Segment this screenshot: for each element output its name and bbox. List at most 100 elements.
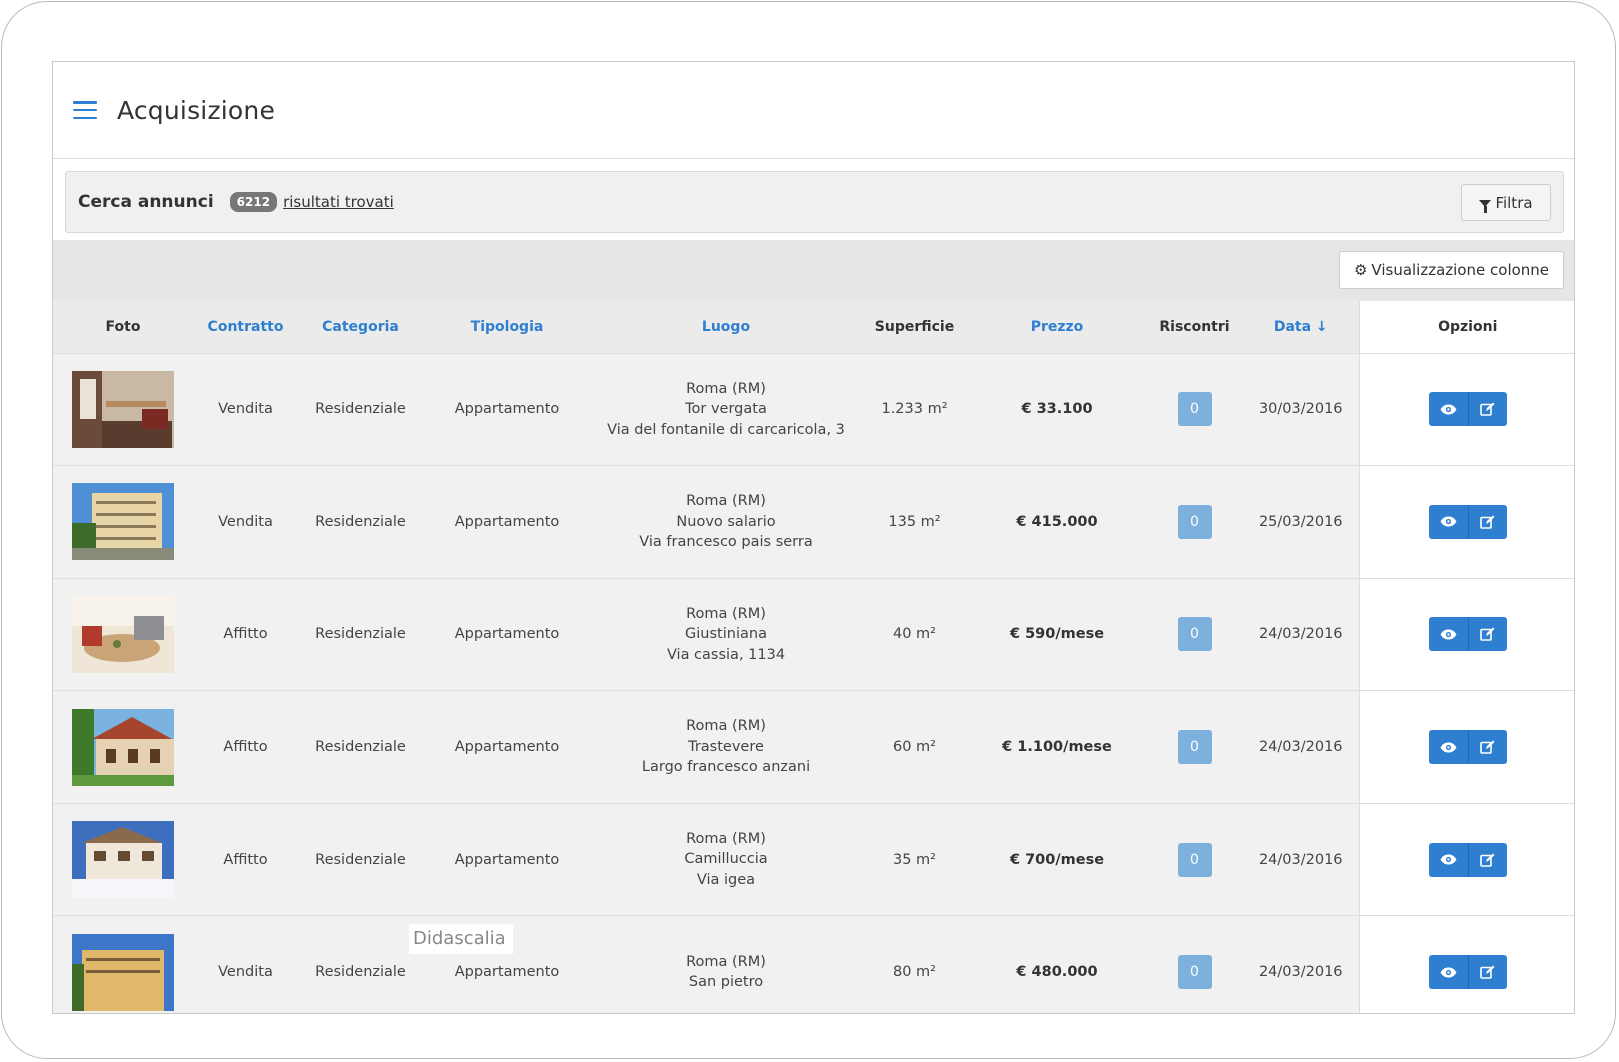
cell-superficie: 135 m² xyxy=(861,465,968,579)
edit-button[interactable] xyxy=(1467,730,1507,765)
cell-contratto: Vendita xyxy=(193,465,298,579)
matches-count-badge[interactable]: 0 xyxy=(1177,842,1212,877)
cell-foto xyxy=(53,465,193,579)
luogo-address: Largo francesco anzani xyxy=(641,759,811,776)
cell-prezzo: € 590/mese xyxy=(968,578,1146,692)
table-row[interactable]: Vendita Residenziale Appartamento Roma (RM)… xyxy=(53,353,1574,467)
property-photo[interactable] xyxy=(72,483,174,561)
property-photo[interactable] xyxy=(72,708,174,786)
property-photo[interactable] xyxy=(72,370,174,448)
cell-foto xyxy=(53,353,193,467)
cell-riscontri: 0 xyxy=(1146,578,1243,692)
edit-icon xyxy=(1480,515,1495,529)
luogo-zone: Tor vergata xyxy=(685,401,767,418)
table-row[interactable]: Vendita Residenziale Appartamento Roma (RM)… xyxy=(53,915,1574,1013)
edit-button[interactable] xyxy=(1467,504,1507,539)
filter-icon xyxy=(1479,200,1492,213)
cell-opzioni xyxy=(1358,803,1574,917)
cell-opzioni xyxy=(1358,353,1574,467)
table-row[interactable]: Affitto Residenziale Appartamento Roma (RM)… xyxy=(53,578,1574,692)
device-frame: Acquisizione Cerca annunci 6212 risultat… xyxy=(1,1,1616,1059)
filter-button-label: Filtra xyxy=(1495,193,1533,212)
row-actions xyxy=(1428,955,1507,990)
edit-icon xyxy=(1480,853,1495,867)
eye-icon xyxy=(1440,629,1457,640)
luogo-zone: Trastevere xyxy=(688,738,764,755)
cell-prezzo: € 33.100 xyxy=(968,353,1146,467)
matches-count-badge[interactable]: 0 xyxy=(1177,955,1212,990)
cell-foto xyxy=(53,915,193,1013)
property-photo[interactable] xyxy=(72,595,174,673)
page-title: Acquisizione xyxy=(117,95,276,125)
search-panel: Cerca annunci 6212 risultati trovati Fil… xyxy=(65,171,1564,233)
edit-icon xyxy=(1480,627,1495,642)
menu-icon[interactable] xyxy=(73,101,97,119)
column-header-luogo[interactable]: Luogo xyxy=(591,301,861,354)
cell-data: 30/03/2016 xyxy=(1243,353,1359,467)
edit-button[interactable] xyxy=(1467,955,1507,990)
filter-button[interactable]: Filtra xyxy=(1461,184,1551,221)
column-header-categoria[interactable]: Categoria xyxy=(298,301,423,354)
cell-categoria: Residenziale xyxy=(298,465,423,579)
edit-icon xyxy=(1480,402,1495,417)
column-header-prezzo[interactable]: Prezzo xyxy=(968,301,1146,354)
luogo-city: Roma (RM) xyxy=(686,605,766,622)
gear-icon: ⚙ xyxy=(1353,261,1368,279)
matches-count-badge[interactable]: 0 xyxy=(1177,392,1212,427)
cell-tipologia: Appartamento xyxy=(423,465,591,579)
edit-button[interactable] xyxy=(1467,842,1507,877)
table-row[interactable]: Vendita Residenziale Appartamento Roma (RM)… xyxy=(53,465,1574,579)
row-actions xyxy=(1428,392,1507,427)
view-button[interactable] xyxy=(1428,730,1468,765)
view-button[interactable] xyxy=(1428,842,1468,877)
row-actions xyxy=(1428,617,1507,652)
table-header-row: Foto Contratto Categoria Tipologia Luogo… xyxy=(53,301,1574,354)
cell-luogo: Roma (RM) Giustiniana Via cassia, 1134 xyxy=(591,578,861,692)
edit-button[interactable] xyxy=(1467,392,1507,427)
luogo-address: Via igea xyxy=(696,871,756,888)
column-header-opzioni: Opzioni xyxy=(1358,301,1574,354)
view-button[interactable] xyxy=(1428,955,1468,990)
results-count-badge: 6212 xyxy=(229,192,278,212)
column-header-foto: Foto xyxy=(53,301,193,354)
cell-riscontri: 0 xyxy=(1146,915,1243,1013)
column-header-tipologia[interactable]: Tipologia xyxy=(423,301,591,354)
property-photo[interactable] xyxy=(72,933,174,1011)
columns-visibility-button[interactable]: ⚙ Visualizzazione colonne xyxy=(1339,251,1564,289)
cell-data: 24/03/2016 xyxy=(1243,803,1359,917)
column-header-contratto[interactable]: Contratto xyxy=(193,301,298,354)
results-link[interactable]: risultati trovati xyxy=(283,193,394,211)
property-photo[interactable] xyxy=(72,821,174,899)
app-window: Acquisizione Cerca annunci 6212 risultat… xyxy=(52,61,1575,1014)
matches-count-badge[interactable]: 0 xyxy=(1177,617,1212,652)
cell-contratto: Affitto xyxy=(193,803,298,917)
view-button[interactable] xyxy=(1428,617,1468,652)
view-button[interactable] xyxy=(1428,504,1468,539)
matches-count-badge[interactable]: 0 xyxy=(1177,730,1212,765)
cell-categoria: Residenziale xyxy=(298,353,423,467)
cell-riscontri: 0 xyxy=(1146,353,1243,467)
columns-visibility-label: Visualizzazione colonne xyxy=(1371,261,1550,279)
luogo-zone: Nuovo salario xyxy=(676,513,776,530)
table-row[interactable]: Affitto Residenziale Appartamento Roma (RM)… xyxy=(53,690,1574,804)
cell-superficie: 1.233 m² xyxy=(861,353,968,467)
cell-data: 24/03/2016 xyxy=(1243,690,1359,804)
column-header-data-label: Data xyxy=(1273,318,1312,335)
cell-superficie: 80 m² xyxy=(861,915,968,1013)
cell-riscontri: 0 xyxy=(1146,690,1243,804)
cell-tipologia: Appartamento xyxy=(423,690,591,804)
matches-count-badge[interactable]: 0 xyxy=(1177,504,1212,539)
view-button[interactable] xyxy=(1428,392,1468,427)
eye-icon xyxy=(1440,516,1457,527)
cell-luogo: Roma (RM) Trastevere Largo francesco anzan… xyxy=(591,690,861,804)
edit-button[interactable] xyxy=(1467,617,1507,652)
luogo-zone: Camilluccia xyxy=(684,851,768,868)
column-header-data[interactable]: Data ↓ xyxy=(1243,301,1359,354)
page-header: Acquisizione xyxy=(53,62,1574,159)
table-row[interactable]: Affitto Residenziale Appartamento Roma (RM)… xyxy=(53,803,1574,917)
cell-opzioni xyxy=(1358,465,1574,579)
row-actions xyxy=(1428,730,1507,765)
eye-icon xyxy=(1440,967,1457,978)
search-title: Cerca annunci xyxy=(78,192,214,212)
column-header-superficie: Superficie xyxy=(861,301,968,354)
